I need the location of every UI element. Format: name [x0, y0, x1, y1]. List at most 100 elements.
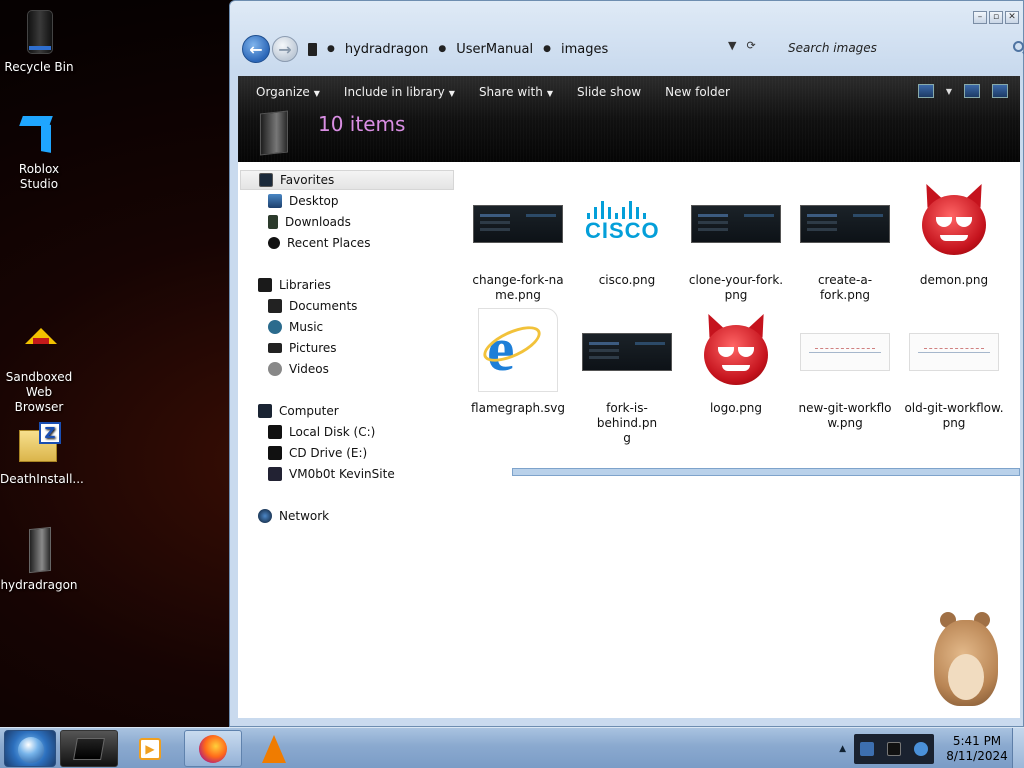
firefox-icon — [199, 734, 227, 763]
desktop-icon-recycle-bin[interactable]: Recycle Bin — [0, 8, 78, 75]
show-desktop-button[interactable] — [1012, 728, 1024, 768]
nav-item-computer[interactable]: Computer — [258, 401, 339, 421]
breadcrumb-item[interactable]: UserManual — [456, 42, 533, 57]
close-button[interactable]: ✕ — [1005, 11, 1019, 24]
vlc-icon — [262, 734, 286, 763]
breadcrumb-separator-icon[interactable]: ● — [438, 44, 446, 54]
search-input[interactable]: Search images — [782, 35, 1024, 61]
minimize-button[interactable]: – — [973, 11, 987, 24]
file-name: demon.png — [919, 273, 989, 287]
file-name: change-fork-na me.png — [472, 273, 564, 302]
internet-explorer-icon: e — [478, 308, 558, 392]
file-item[interactable]: create-a-fork.png — [795, 178, 895, 303]
clock-date: 8/11/2024 — [946, 748, 1008, 763]
chevron-down-icon: ▼ — [448, 89, 455, 98]
file-name: flamegraph.svg — [471, 401, 565, 415]
nav-item-music[interactable]: Music — [268, 317, 323, 337]
chevron-down-icon: ▼ — [313, 89, 320, 98]
file-item[interactable]: demon.png — [904, 172, 1004, 288]
new-folder-button[interactable]: New folder — [657, 84, 746, 102]
folder-icon — [260, 110, 288, 156]
nav-item-local-disk[interactable]: Local Disk (C:) — [268, 422, 375, 442]
back-button[interactable]: ← — [242, 35, 270, 63]
nav-item-videos[interactable]: Videos — [268, 359, 329, 379]
breadcrumb[interactable]: ● hydradragon ● UserManual ● images — [308, 35, 608, 63]
nav-item-favorites[interactable]: Favorites — [240, 170, 454, 190]
monitor-icon[interactable] — [886, 741, 901, 756]
diagram-thumbnail — [909, 333, 999, 371]
help-icon[interactable] — [992, 84, 1008, 98]
file-item[interactable]: old-git-workflow. png — [904, 306, 1004, 431]
taskbar: ▶ ▲ 5:41 PM 8/11/2024 — [0, 727, 1024, 768]
window-controls: – ▫ ✕ — [973, 11, 1019, 24]
taskbar-item-media-player[interactable]: ▶ — [124, 730, 176, 767]
desktop-icon-deathinstall[interactable]: Z DeathInstall... — [0, 420, 84, 487]
history-dropdown-icon[interactable]: ▼ — [728, 39, 736, 52]
nav-label: Downloads — [285, 215, 351, 229]
nav-item-network[interactable]: Network — [258, 506, 329, 526]
breadcrumb-item[interactable]: images — [561, 42, 608, 57]
taskbar-item-vlc[interactable] — [250, 730, 298, 767]
breadcrumb-item[interactable]: hydradragon — [345, 42, 429, 57]
file-item[interactable]: clone-your-fork. png — [686, 178, 786, 303]
roblox-studio-icon — [15, 110, 63, 158]
taskbar-item-firefox[interactable] — [184, 730, 242, 767]
file-item[interactable]: logo.png — [686, 304, 786, 416]
image-thumbnail — [582, 333, 672, 371]
desktop-icon-label: DeathInstall... — [0, 472, 84, 486]
breadcrumb-separator-icon[interactable]: ● — [327, 44, 335, 54]
nav-item-vm-site[interactable]: VM0b0t KevinSite — [268, 464, 395, 484]
share-with-button[interactable]: Share with ▼ — [471, 84, 569, 102]
desktop-icon-label: Roblox Studio — [18, 162, 60, 191]
breadcrumb-separator-icon[interactable]: ● — [543, 44, 551, 54]
show-hidden-icons-icon[interactable]: ▲ — [839, 744, 846, 754]
file-item[interactable]: e flamegraph.svg — [468, 302, 568, 416]
clock[interactable]: 5:41 PM 8/11/2024 — [942, 734, 1012, 764]
forward-button[interactable]: → — [272, 36, 298, 62]
slide-show-label: Slide show — [577, 85, 642, 99]
nav-label: Computer — [279, 404, 339, 418]
maximize-button[interactable]: ▫ — [989, 11, 1003, 24]
hamster-desktop-pet[interactable] — [920, 604, 1010, 708]
file-item[interactable]: change-fork-na me.png — [468, 178, 568, 303]
search-icon[interactable] — [1013, 41, 1024, 52]
horizontal-scrollbar[interactable] — [512, 468, 1020, 476]
file-item[interactable]: CISCO cisco.png — [577, 178, 677, 288]
app-tray-icon[interactable] — [913, 741, 928, 756]
network-status-icon[interactable] — [860, 741, 875, 756]
clock-time: 5:41 PM — [952, 733, 1002, 748]
desktop-icon-hydradragon[interactable]: hydradragon — [0, 526, 78, 593]
nav-item-libraries[interactable]: Libraries — [258, 275, 331, 295]
image-thumbnail — [800, 205, 890, 243]
refresh-icon[interactable]: ⟳ — [746, 39, 755, 52]
file-item[interactable]: new-git-workflo w.png — [795, 306, 895, 431]
nav-item-downloads[interactable]: Downloads — [268, 212, 351, 232]
search-placeholder: Search images — [788, 41, 877, 55]
desktop-icon-sandboxed-browser[interactable]: Sandboxed Web Browser — [0, 318, 78, 415]
nav-item-desktop[interactable]: Desktop — [268, 191, 339, 211]
hard-drive-icon — [268, 425, 282, 439]
chevron-down-icon[interactable]: ▼ — [946, 87, 952, 96]
include-in-library-button[interactable]: Include in library ▼ — [336, 84, 471, 102]
organize-button[interactable]: Organize ▼ — [248, 84, 336, 102]
chevron-down-icon: ▼ — [546, 89, 553, 98]
nav-item-documents[interactable]: Documents — [268, 296, 357, 316]
file-name: cisco.png — [598, 273, 656, 287]
preview-pane-icon[interactable] — [964, 84, 980, 98]
libraries-icon — [258, 278, 272, 292]
file-item[interactable]: fork-is-behind.pn g — [577, 306, 677, 446]
desktop-icon-roblox-studio[interactable]: Roblox Studio — [0, 110, 78, 192]
nav-item-recent-places[interactable]: Recent Places — [268, 233, 370, 253]
file-name: clone-your-fork. png — [688, 273, 784, 302]
slide-show-button[interactable]: Slide show — [569, 84, 657, 102]
start-button[interactable] — [4, 730, 56, 767]
taskbar-item-explorer[interactable] — [60, 730, 118, 767]
nav-label: VM0b0t KevinSite — [289, 467, 395, 481]
nav-item-pictures[interactable]: Pictures — [268, 338, 337, 358]
nav-label: Local Disk (C:) — [289, 425, 376, 439]
demon-icon — [696, 310, 776, 391]
change-view-icon[interactable] — [917, 84, 934, 98]
nav-item-cd-drive[interactable]: CD Drive (E:) — [268, 443, 367, 463]
downloads-icon — [268, 215, 278, 229]
explorer-window: – ▫ ✕ ← → ● hydradragon ● UserManual ● i… — [229, 0, 1024, 727]
